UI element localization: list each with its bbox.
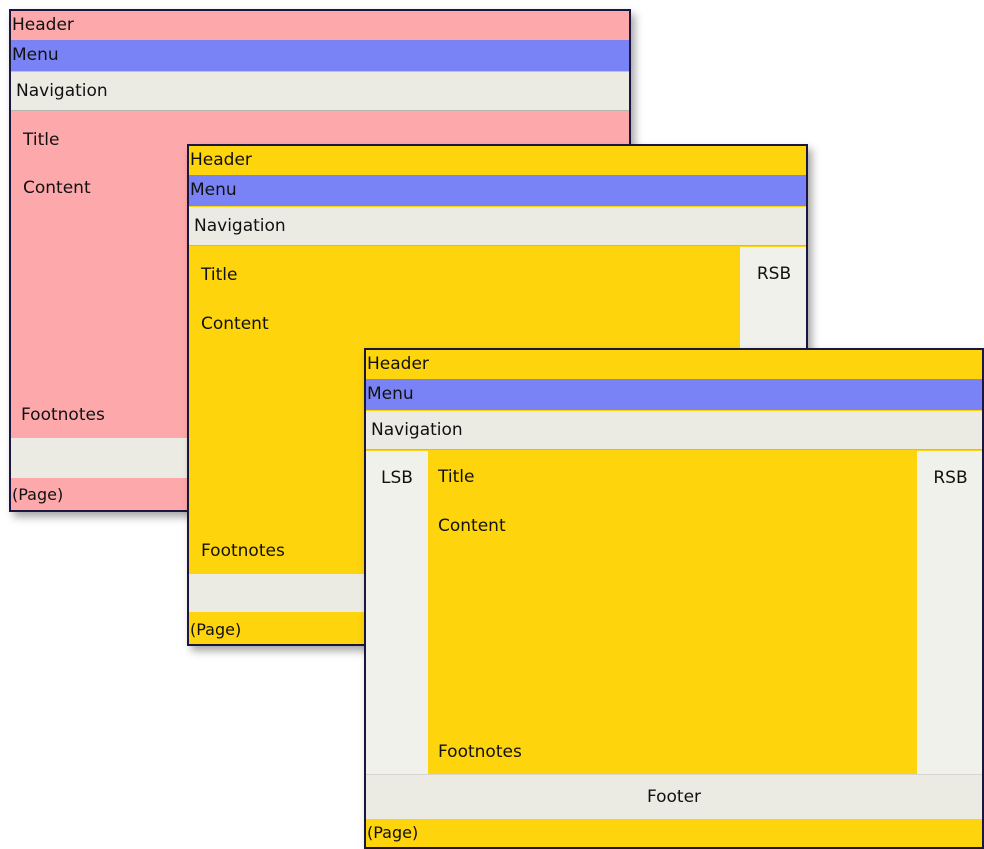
title-label: Title	[23, 130, 60, 150]
navigation-band: Navigation	[189, 207, 806, 246]
navigation-band: Navigation	[366, 411, 982, 450]
page-label: (Page)	[367, 823, 419, 842]
menu-band: Menu	[189, 175, 806, 206]
footnotes-label: Footnotes	[438, 742, 522, 762]
content-label: Content	[438, 516, 506, 536]
page-label: (Page)	[190, 620, 242, 639]
menu-band: Menu	[11, 40, 629, 71]
header-band: Header	[190, 150, 252, 170]
footnotes-label: Footnotes	[21, 405, 105, 425]
menu-band: Menu	[366, 379, 982, 410]
content-label: Content	[201, 314, 269, 334]
content-label: Content	[23, 178, 91, 198]
title-label: Title	[438, 467, 475, 487]
navigation-band: Navigation	[11, 72, 629, 111]
title-label: Title	[201, 265, 238, 285]
layout-page-3: Header Menu Navigation LSB RSB Title Con…	[364, 348, 984, 849]
header-band: Header	[12, 15, 74, 35]
page-label: (Page)	[12, 485, 64, 504]
right-sidebar: RSB	[917, 451, 982, 774]
left-sidebar: LSB	[366, 451, 428, 774]
footer-band: Footer	[366, 774, 982, 819]
header-band: Header	[367, 354, 429, 374]
footnotes-label: Footnotes	[201, 541, 285, 561]
